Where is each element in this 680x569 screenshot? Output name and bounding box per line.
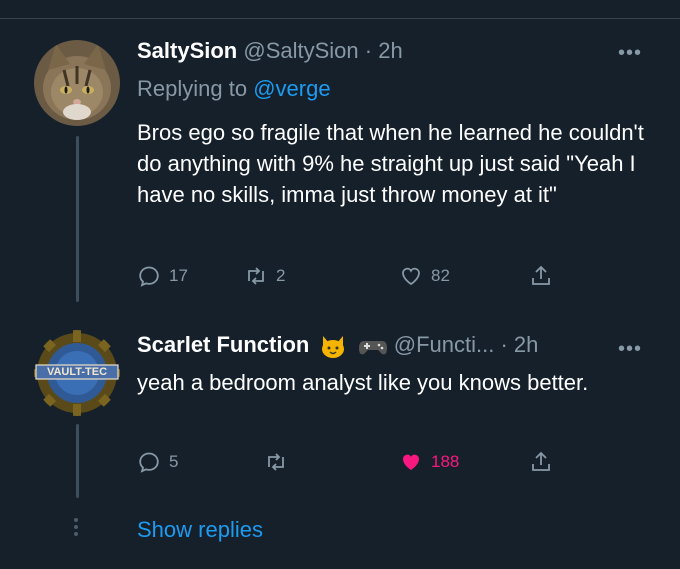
retweet-button[interactable]: 2	[244, 264, 285, 288]
author-handle[interactable]: @Functi...	[394, 332, 495, 357]
avatar[interactable]	[34, 40, 120, 126]
retweet-button[interactable]	[264, 450, 296, 474]
tweet-text: Bros ego so fragile that when he learned…	[137, 120, 644, 207]
author-name[interactable]: Scarlet Function	[137, 332, 309, 357]
avatar[interactable]: VAULT-TEC	[34, 330, 120, 416]
retweet-icon	[268, 453, 284, 471]
tweet-text: yeah a bedroom analyst like you knows be…	[137, 370, 589, 395]
like-icon	[403, 454, 419, 470]
author-handle[interactable]: @SaltySion	[243, 38, 358, 63]
action-bar: 17 2 82	[137, 264, 577, 290]
like-count: 82	[431, 266, 450, 285]
like-button[interactable]: 188	[399, 450, 459, 474]
separator-dot: ·	[500, 332, 508, 357]
cat-emoji-icon	[322, 336, 345, 359]
reply-button[interactable]: 17	[137, 264, 188, 288]
show-replies-link[interactable]: Show replies	[137, 517, 263, 543]
replying-prefix: Replying to	[137, 76, 254, 101]
author-name[interactable]: SaltySion	[137, 38, 237, 63]
thread-line	[76, 424, 79, 498]
thread-line	[76, 136, 79, 302]
action-bar: 5 188	[137, 450, 577, 476]
more-icon[interactable]: •••	[618, 42, 642, 65]
like-button[interactable]: 82	[399, 264, 450, 288]
like-count: 188	[431, 452, 460, 471]
share-icon	[532, 265, 550, 285]
tweet-header: SaltySion @SaltySion · 2h	[137, 38, 403, 64]
retweet-icon	[248, 267, 264, 285]
avatar-label: VAULT-TEC	[46, 366, 108, 378]
replying-to: Replying to @verge	[137, 76, 331, 102]
timestamp[interactable]: 2h	[378, 38, 402, 63]
reply-count: 5	[169, 452, 179, 471]
like-icon	[402, 267, 420, 286]
gamepad-emoji-icon	[358, 341, 387, 355]
more-icon[interactable]: •••	[618, 338, 642, 361]
share-icon	[532, 451, 550, 471]
reply-icon	[139, 452, 159, 473]
share-button[interactable]	[529, 450, 553, 474]
separator-dot: ·	[364, 38, 373, 63]
reply-icon	[139, 266, 159, 287]
timestamp[interactable]: 2h	[514, 332, 538, 357]
mention-link[interactable]: @verge	[253, 76, 330, 101]
divider	[0, 18, 680, 19]
tweet-header: Scarlet Function @Functi... · 2h	[137, 332, 538, 360]
retweet-count: 2	[276, 266, 286, 285]
cat-photo	[34, 40, 120, 126]
reply-button[interactable]: 5	[137, 450, 178, 474]
share-button[interactable]	[529, 264, 553, 288]
thread-ellipsis	[74, 518, 78, 539]
reply-count: 17	[169, 266, 188, 285]
